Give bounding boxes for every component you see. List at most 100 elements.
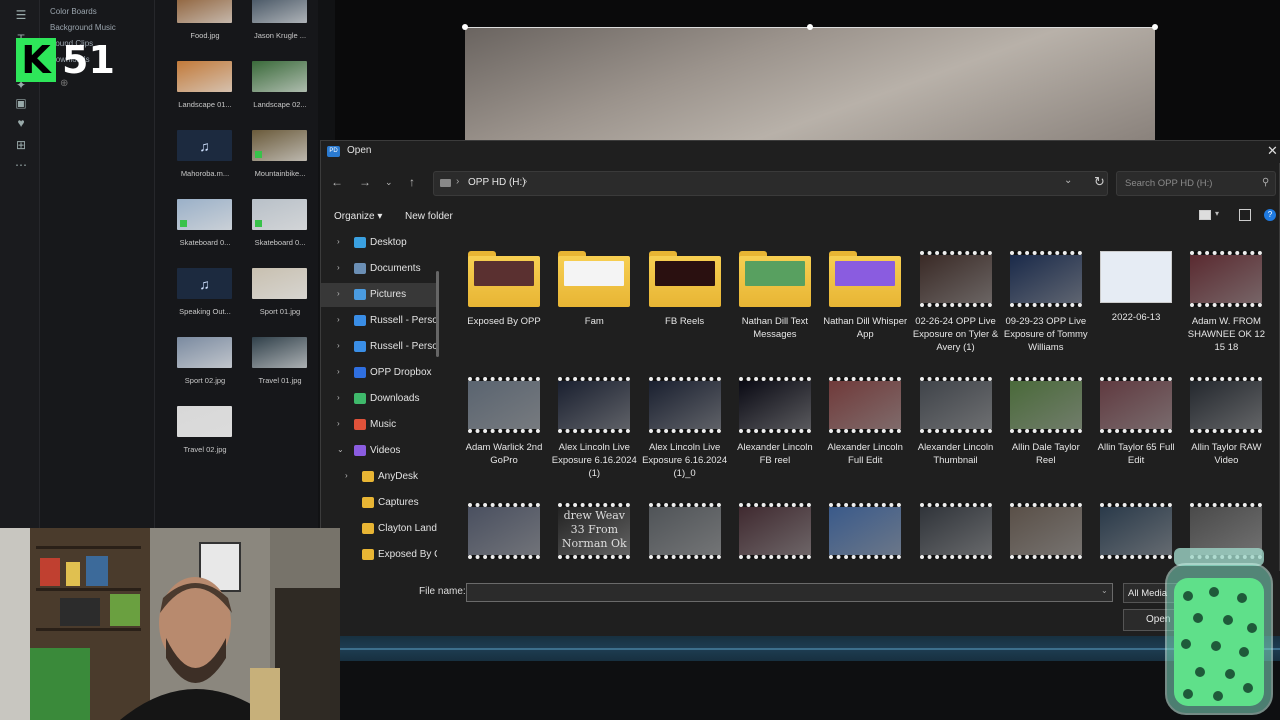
- folder-item[interactable]: Nathan Dill Whisper App: [821, 251, 909, 341]
- breadcrumb-drive[interactable]: OPP HD (H:): [468, 177, 526, 188]
- media-thumbnail[interactable]: [252, 199, 307, 230]
- file-item[interactable]: [731, 503, 819, 559]
- file-item[interactable]: Alex Lincoln Live Exposure 6.16.2024 (1)…: [641, 377, 729, 480]
- file-item[interactable]: Adam Warlick 2nd GoPro: [460, 377, 548, 467]
- nav-item-desktop[interactable]: › Desktop: [321, 231, 439, 255]
- help-icon[interactable]: ?: [1264, 209, 1276, 221]
- file-name-dropdown-icon[interactable]: ⌄: [1101, 586, 1108, 595]
- dropbox-icon: [354, 367, 366, 378]
- nav-item-anydesk[interactable]: › AnyDesk: [321, 465, 439, 489]
- video-thumbnail: [919, 251, 992, 307]
- timeline[interactable]: [335, 636, 1280, 720]
- tools-icon[interactable]: ⊞: [13, 138, 29, 152]
- file-item[interactable]: Allin Dale Taylor Reel: [1002, 377, 1090, 467]
- file-name-input[interactable]: [466, 583, 1113, 602]
- close-icon[interactable]: ✕: [1267, 143, 1278, 159]
- media-thumbnail[interactable]: [177, 199, 232, 230]
- nav-item-russell-personal[interactable]: › Russell - Personal: [321, 309, 439, 333]
- file-item[interactable]: [1002, 503, 1090, 559]
- file-item[interactable]: [912, 503, 1000, 559]
- organize-button[interactable]: Organize ▾: [334, 211, 382, 222]
- media-thumbnail[interactable]: [252, 268, 307, 299]
- file-item[interactable]: Alexander Lincoln FB reel: [731, 377, 819, 467]
- view-mode-icon[interactable]: [1199, 210, 1211, 220]
- search-input[interactable]: Search OPP HD (H:) ⚲: [1116, 171, 1276, 196]
- file-item-label: Allin Taylor 65 Full Edit: [1097, 442, 1175, 466]
- file-name-label: File name:: [419, 586, 466, 597]
- chevron-right-icon[interactable]: ›: [337, 419, 340, 428]
- chevron-right-icon[interactable]: ›: [337, 393, 340, 402]
- file-item[interactable]: Alex Lincoln Live Exposure 6.16.2024 (1): [550, 377, 638, 480]
- media-thumbnail[interactable]: [177, 61, 232, 92]
- forward-icon[interactable]: →: [359, 175, 371, 189]
- back-icon[interactable]: ←: [331, 175, 343, 189]
- media-thumbnail[interactable]: ♫: [177, 268, 232, 299]
- nav-item-music[interactable]: › Music: [321, 413, 439, 437]
- chevron-right-icon[interactable]: ›: [337, 263, 340, 272]
- media-thumbnail[interactable]: [252, 337, 307, 368]
- media-thumbnail[interactable]: [252, 130, 307, 161]
- up-icon[interactable]: ↑: [409, 175, 415, 189]
- nav-item-captures[interactable]: Captures: [321, 491, 439, 515]
- resize-handle[interactable]: [462, 24, 468, 30]
- folder-item[interactable]: Fam: [550, 251, 638, 328]
- file-item[interactable]: 09-29-23 OPP Live Exposure of Tommy Will…: [1002, 251, 1090, 354]
- media-thumbnail[interactable]: [252, 61, 307, 92]
- chevron-right-icon[interactable]: ›: [337, 237, 340, 246]
- view-dropdown-icon[interactable]: ▾: [1215, 209, 1219, 218]
- more-icon[interactable]: ⋯: [13, 158, 29, 172]
- folder-item[interactable]: FB Reels: [641, 251, 729, 328]
- address-bar[interactable]: › OPP HD (H:) › ⌄: [433, 171, 1108, 196]
- file-item[interactable]: [821, 503, 909, 559]
- file-item[interactable]: 02-26-24 OPP Live Exposure on Tyler & Av…: [912, 251, 1000, 354]
- chevron-right-icon[interactable]: ›: [345, 471, 348, 480]
- preview-video-frame[interactable]: [465, 27, 1155, 140]
- resize-handle[interactable]: [807, 24, 813, 30]
- address-dropdown-icon[interactable]: ⌄: [1064, 175, 1072, 186]
- menu-item-background-music[interactable]: Background Music: [50, 23, 116, 32]
- nav-item-opp-dropbox[interactable]: › OPP Dropbox: [321, 361, 439, 385]
- sticker-icon[interactable]: ♥: [13, 116, 29, 130]
- media-thumbnail-label: Sport 02.jpg: [184, 376, 226, 385]
- chevron-right-icon[interactable]: ›: [337, 367, 340, 376]
- file-item[interactable]: [460, 503, 548, 559]
- media-thumbnail[interactable]: [177, 337, 232, 368]
- breadcrumb-chevron-icon[interactable]: ›: [456, 176, 459, 187]
- overlay-icon[interactable]: ▣: [13, 96, 29, 110]
- media-thumbnail-label: Mountainbike...: [254, 169, 306, 178]
- media-thumbnail[interactable]: [177, 0, 232, 23]
- file-item[interactable]: Allin Taylor RAW Video: [1182, 377, 1270, 467]
- media-icon[interactable]: ☰: [13, 8, 29, 22]
- refresh-icon[interactable]: ↻: [1094, 174, 1105, 190]
- folder-item[interactable]: Exposed By OPP: [460, 251, 548, 328]
- recent-locations-icon[interactable]: ⌄: [385, 177, 393, 188]
- chevron-down-icon[interactable]: ⌄: [337, 445, 344, 454]
- folder-item[interactable]: Nathan Dill Text Messages: [731, 251, 819, 341]
- media-thumbnail[interactable]: ♫: [177, 130, 232, 161]
- nav-item-label: Russell - Personal: [370, 315, 437, 326]
- nav-item-documents[interactable]: › Documents: [321, 257, 439, 281]
- chevron-right-icon[interactable]: ›: [337, 315, 340, 324]
- nav-item-russell-personal[interactable]: › Russell - Personal: [321, 335, 439, 359]
- breadcrumb-chevron-icon[interactable]: ›: [524, 176, 527, 187]
- nav-item-downloads[interactable]: › Downloads: [321, 387, 439, 411]
- media-thumbnail[interactable]: [252, 0, 307, 23]
- file-item[interactable]: [641, 503, 729, 559]
- file-item[interactable]: Alexander Lincoln Full Edit: [821, 377, 909, 467]
- file-item[interactable]: 2022-06-13: [1092, 251, 1180, 324]
- chevron-right-icon[interactable]: ›: [337, 289, 340, 298]
- search-icon[interactable]: ⚲: [1262, 177, 1269, 188]
- nav-item-videos[interactable]: ⌄ Videos: [321, 439, 439, 463]
- file-item[interactable]: Alexander Lincoln Thumbnail: [912, 377, 1000, 467]
- navigation-scrollbar[interactable]: [436, 271, 439, 357]
- menu-item-color-boards[interactable]: Color Boards: [50, 7, 97, 16]
- preview-pane-icon[interactable]: [1239, 209, 1251, 221]
- file-item[interactable]: Adam W. FROM SHAWNEE OK 12 15 18: [1182, 251, 1270, 354]
- media-thumbnail[interactable]: [177, 406, 232, 437]
- resize-handle[interactable]: [1152, 24, 1158, 30]
- file-item[interactable]: drew Weav 33 From Norman Ok: [550, 503, 638, 559]
- nav-item-pictures[interactable]: › Pictures: [321, 283, 439, 307]
- new-folder-button[interactable]: New folder: [405, 211, 453, 222]
- file-item[interactable]: Allin Taylor 65 Full Edit: [1092, 377, 1180, 467]
- chevron-right-icon[interactable]: ›: [337, 341, 340, 350]
